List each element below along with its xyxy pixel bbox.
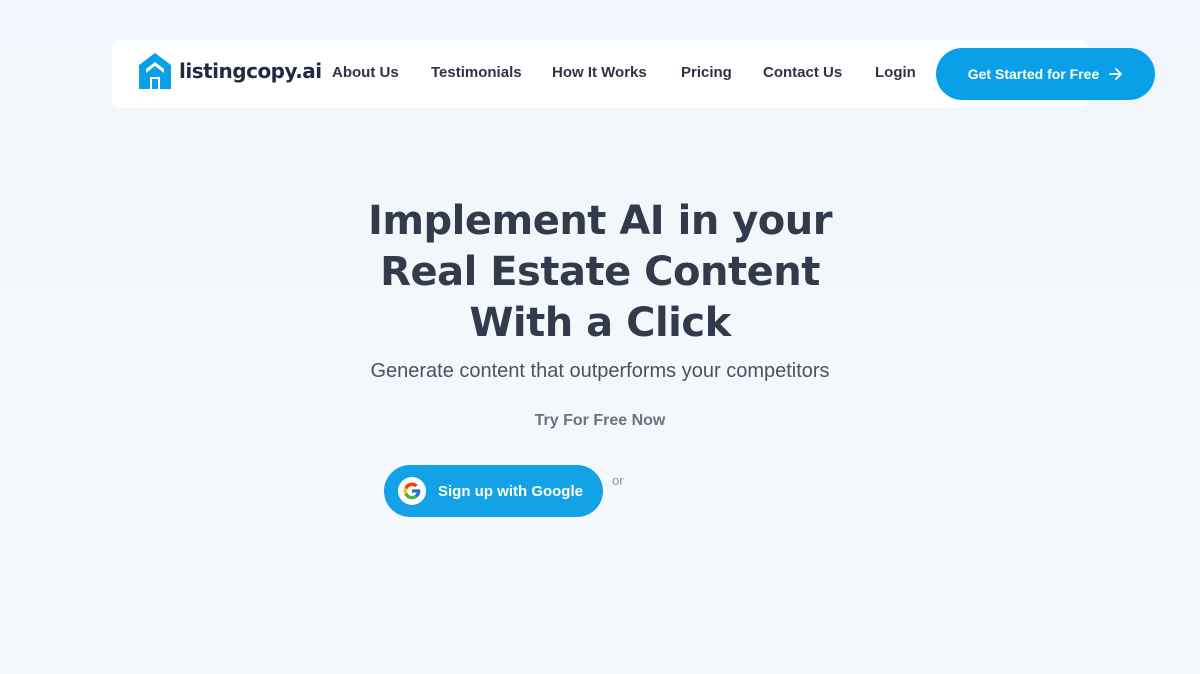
google-signup-button[interactable]: Sign up with Google — [384, 465, 603, 517]
house-logo-icon — [139, 53, 171, 89]
brand-name: listingcopy.ai — [179, 59, 322, 83]
arrow-right-icon — [1109, 68, 1123, 80]
hero-subtitle: Generate content that outperforms your c… — [370, 360, 830, 382]
get-started-button[interactable]: Get Started for Free — [936, 48, 1155, 100]
nav-how-it-works[interactable]: How It Works — [552, 64, 647, 81]
logo[interactable]: listingcopy.ai — [137, 50, 322, 92]
hero-title-line-2: Real Estate Content — [380, 249, 820, 295]
get-started-label: Get Started for Free — [967, 66, 1100, 82]
nav-contact-us[interactable]: Contact Us — [763, 64, 842, 81]
hero-title-line-1: Implement AI in your — [367, 198, 833, 244]
hero-title-line-3: With a Click — [469, 300, 731, 346]
try-free-label: Try For Free Now — [534, 412, 666, 429]
or-text: or — [612, 473, 624, 488]
hero-title: Implement AI in your Real Estate Content… — [300, 196, 900, 349]
google-icon — [398, 477, 426, 505]
google-signup-label: Sign up with Google — [438, 482, 583, 500]
nav-pricing[interactable]: Pricing — [681, 64, 732, 81]
nav-about-us[interactable]: About Us — [332, 64, 399, 81]
nav-login[interactable]: Login — [875, 64, 916, 81]
nav-testimonials[interactable]: Testimonials — [431, 64, 522, 81]
